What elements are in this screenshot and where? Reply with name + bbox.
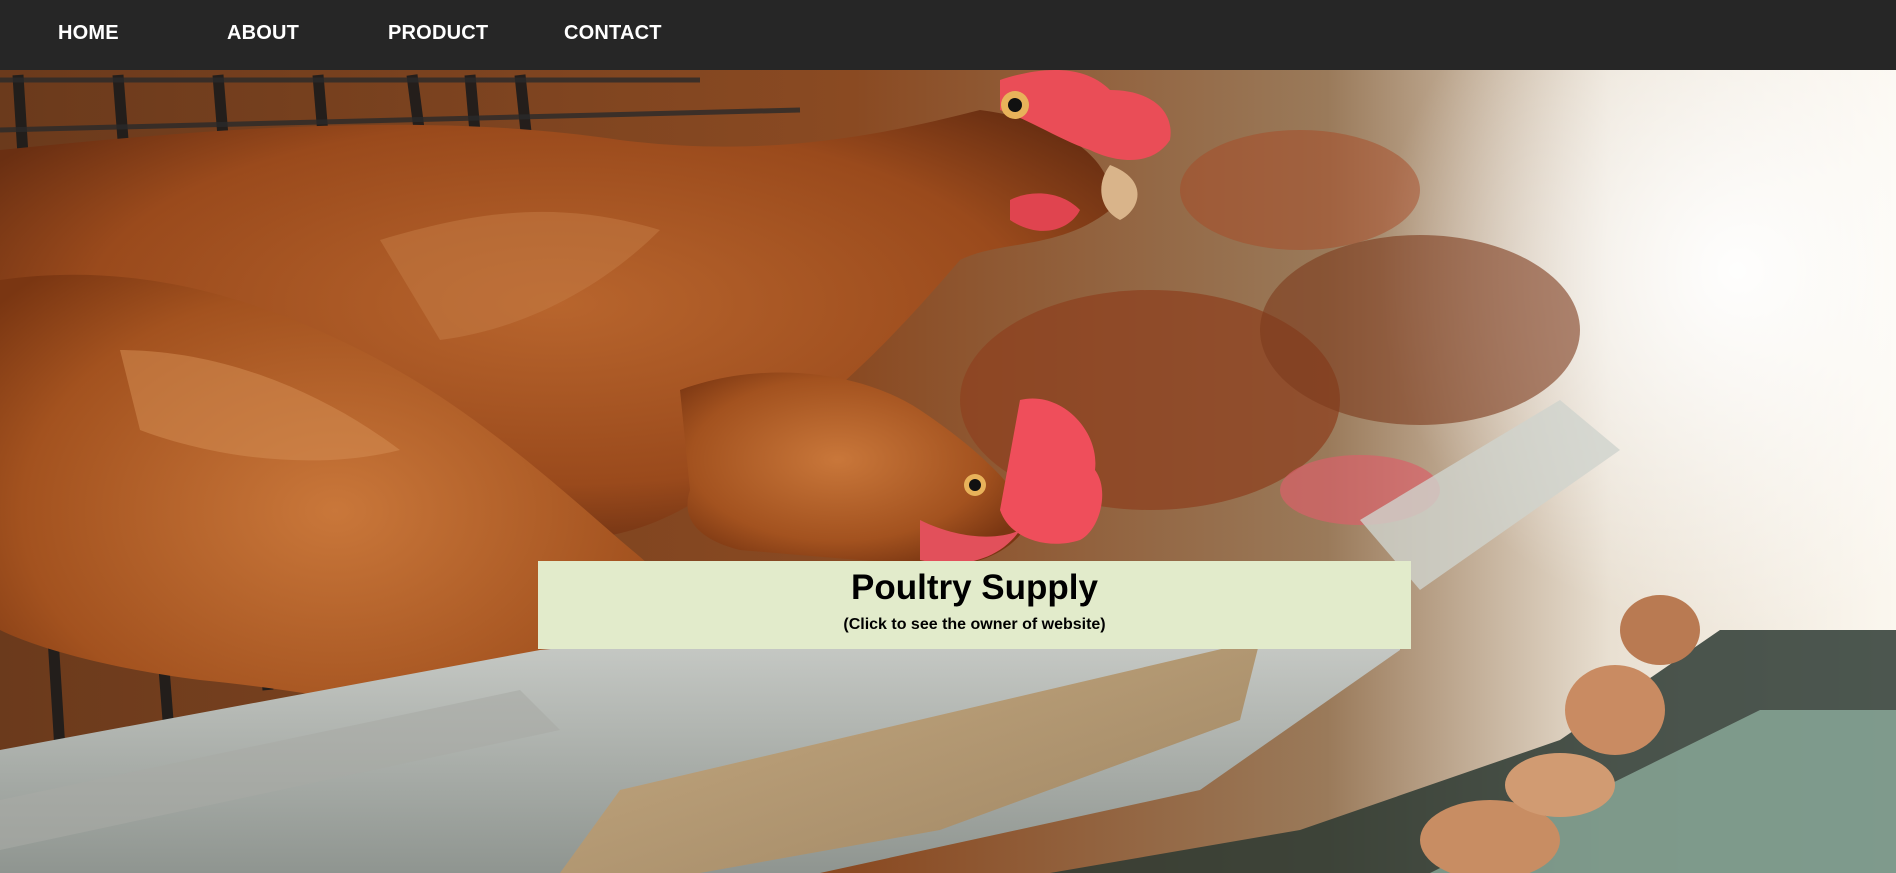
hero-title: Poultry Supply	[851, 568, 1098, 607]
hero-banner	[0, 70, 1896, 873]
hero-image	[0, 70, 1896, 873]
top-navbar: HOME ABOUT PRODUCT CONTACT	[0, 0, 1896, 70]
nav-about-link[interactable]: ABOUT	[227, 22, 299, 45]
hero-title-box[interactable]: Poultry Supply (Click to see the owner o…	[538, 561, 1411, 649]
nav-product-link[interactable]: PRODUCT	[388, 22, 488, 45]
nav-contact-link[interactable]: CONTACT	[564, 22, 662, 45]
nav-home-link[interactable]: HOME	[58, 22, 119, 45]
owner-link-text[interactable]: (Click to see the owner of website)	[538, 614, 1411, 636]
